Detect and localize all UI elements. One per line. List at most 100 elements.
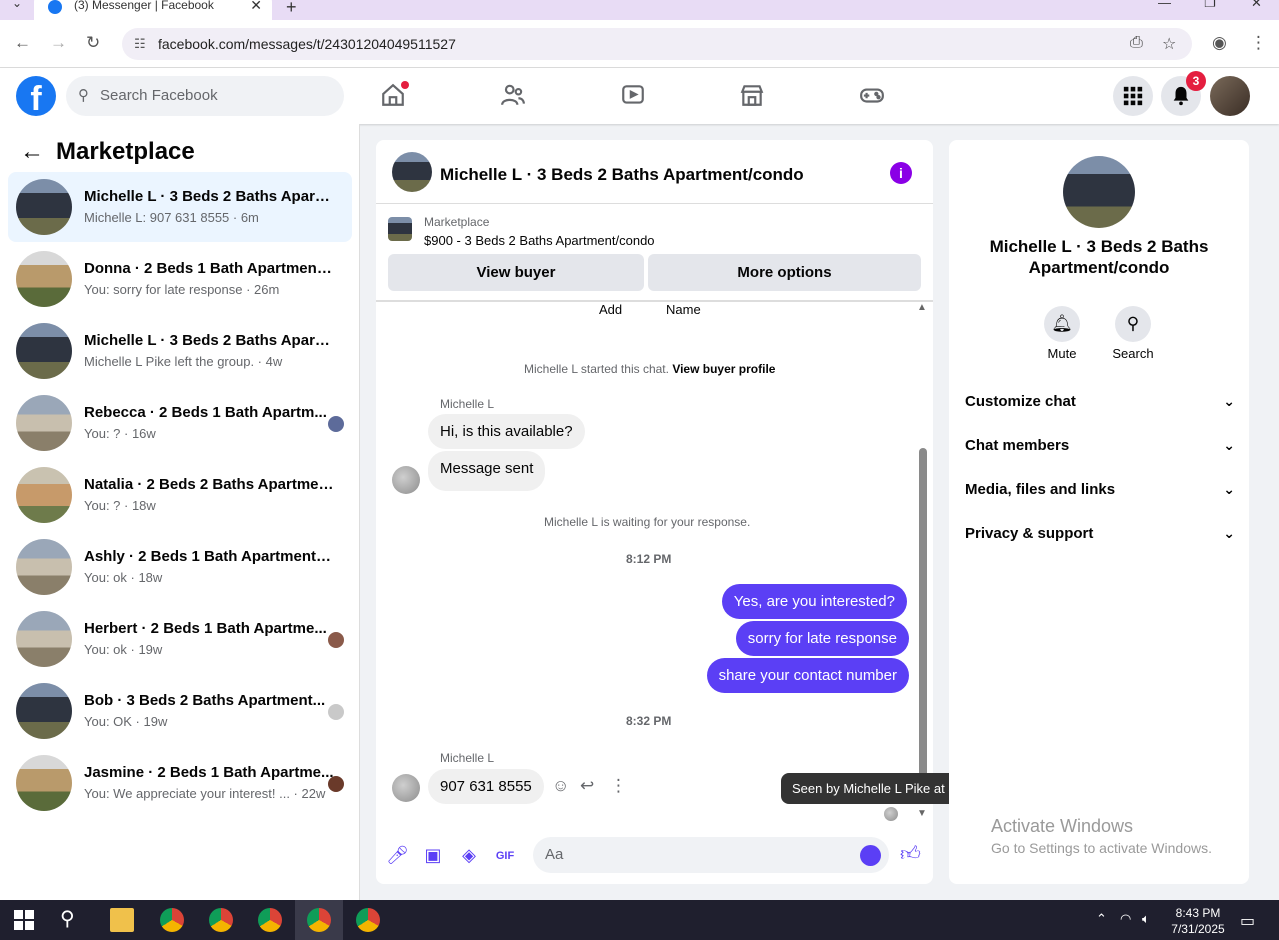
activate-windows-subtitle: Go to Settings to activate Windows.: [991, 840, 1212, 856]
taskbar-clock[interactable]: 8:43 PM 7/31/2025: [1168, 905, 1228, 937]
conversation-item[interactable]: Jasmine · 2 Beds 1 Bath Apartme... You: W…: [8, 748, 352, 818]
conversation-item[interactable]: Rebecca · 2 Beds 1 Bath Apartm... You: ? …: [8, 388, 352, 458]
message-input[interactable]: Aa: [533, 837, 889, 873]
taskbar-search-icon[interactable]: ⚲: [60, 906, 75, 931]
search-label: Search: [1112, 346, 1154, 361]
photo-attach-icon[interactable]: ▣: [422, 845, 444, 867]
more-actions-icon[interactable]: ⋮: [610, 776, 627, 796]
sticker-icon[interactable]: ◈: [458, 845, 480, 867]
search-button[interactable]: ⚲: [1115, 306, 1151, 342]
chrome-profile-icon[interactable]: [356, 908, 380, 932]
chrome-profile-icon[interactable]: [307, 908, 331, 932]
row-label: Chat members: [965, 437, 1070, 454]
notification-center-icon[interactable]: ▭: [1240, 911, 1255, 931]
info-icon[interactable]: i: [890, 162, 912, 184]
more-options-button[interactable]: More options: [648, 254, 921, 291]
install-icon[interactable]: ⎙: [1130, 34, 1143, 52]
chrome-profile-icon[interactable]: [258, 908, 282, 932]
view-buyer-profile-link[interactable]: View buyer profile: [672, 362, 775, 376]
conversation-item[interactable]: Donna · 2 Beds 1 Bath Apartment/... You: …: [8, 244, 352, 314]
close-window-icon[interactable]: ✕: [1251, 0, 1262, 11]
conversation-item[interactable]: Herbert · 2 Beds 1 Bath Apartme... You: o…: [8, 604, 352, 674]
media-files-row[interactable]: Media, files and links ⌄: [965, 481, 1235, 498]
tab-list-chevron-icon[interactable]: ⌄: [12, 0, 22, 10]
read-receipt-avatar: [328, 632, 344, 648]
new-tab-icon[interactable]: +: [286, 0, 297, 18]
view-buyer-button[interactable]: View buyer: [388, 254, 644, 291]
scroll-up-icon[interactable]: ▲: [917, 302, 927, 313]
chrome-profile-icon[interactable]: [209, 908, 233, 932]
conversation-item[interactable]: Ashly · 2 Beds 1 Bath Apartment/c... You:…: [8, 532, 352, 602]
chat-scrollbar[interactable]: [919, 448, 927, 788]
conversation-preview: You: sorry for late response · 26m: [84, 282, 280, 297]
outgoing-message[interactable]: sorry for late response: [735, 621, 909, 656]
close-tab-icon[interactable]: ✕: [250, 0, 262, 14]
profile-icon[interactable]: ◉: [1212, 33, 1227, 53]
watch-video-icon[interactable]: [620, 82, 646, 108]
chat-title[interactable]: Michelle L · 3 Beds 2 Baths Apartment/co…: [440, 165, 804, 185]
incoming-message[interactable]: Message sent: [428, 451, 546, 491]
back-arrow-icon[interactable]: ←: [20, 138, 44, 166]
bookmark-star-icon[interactable]: ☆: [1162, 34, 1176, 54]
emoji-icon[interactable]: [860, 845, 881, 866]
sender-avatar[interactable]: [392, 466, 420, 494]
reply-icon[interactable]: ↩: [580, 776, 594, 796]
mute-button[interactable]: 🔔︎: [1044, 306, 1080, 342]
seen-avatar: [884, 807, 898, 821]
conversation-item[interactable]: Michelle L · 3 Beds 2 Baths Apartm... Mic…: [8, 172, 352, 242]
conversation-thumbnail: [16, 755, 72, 811]
outgoing-message[interactable]: share your contact number: [706, 658, 909, 693]
forward-icon[interactable]: →: [50, 33, 67, 53]
conversation-name: Jasmine · 2 Beds 1 Bath Apartme...: [84, 764, 334, 781]
marketplace-icon[interactable]: [739, 82, 765, 108]
react-emoji-icon[interactable]: ☺: [552, 776, 569, 796]
timestamp: 8:32 PM: [626, 714, 672, 728]
site-settings-icon[interactable]: ☷: [134, 36, 146, 52]
reload-icon[interactable]: ↻: [86, 33, 100, 53]
incoming-message[interactable]: Hi, is this available?: [428, 414, 585, 449]
listing-thumbnail[interactable]: [388, 217, 412, 241]
file-explorer-icon[interactable]: [110, 908, 134, 932]
notification-badge: 3: [1186, 71, 1206, 91]
facebook-logo-icon[interactable]: f: [16, 76, 56, 118]
clock-date: 7/31/2025: [1171, 922, 1225, 936]
friends-icon[interactable]: [500, 82, 526, 108]
gif-icon[interactable]: GIF: [494, 845, 516, 867]
conversation-item[interactable]: Bob · 3 Beds 2 Baths Apartment... You: OK…: [8, 676, 352, 746]
microphone-icon[interactable]: 🎤︎: [386, 845, 409, 867]
back-icon[interactable]: ←: [14, 33, 31, 53]
outgoing-message[interactable]: Yes, are you interested?: [721, 584, 907, 619]
chat-info-panel: Michelle L · 3 Beds 2 Baths Apartment/co…: [949, 140, 1249, 884]
waiting-notice: Michelle L is waiting for your response.: [544, 515, 751, 529]
sender-avatar[interactable]: [392, 774, 420, 802]
menu-grid-button[interactable]: [1113, 76, 1153, 116]
conversation-item[interactable]: Michelle L · 3 Beds 2 Baths Apartm... Mic…: [8, 316, 352, 386]
scroll-down-icon[interactable]: ▼: [917, 808, 927, 819]
conversation-name: Natalia · 2 Beds 2 Baths Apartmen...: [84, 476, 334, 493]
customize-chat-row[interactable]: Customize chat ⌄: [965, 393, 1235, 410]
browser-menu-icon[interactable]: ⋮: [1250, 33, 1267, 53]
chat-thumbnail[interactable]: [392, 152, 432, 192]
incoming-message[interactable]: 907 631 8555: [428, 769, 544, 804]
read-receipt-avatar: [328, 776, 344, 792]
account-avatar[interactable]: [1210, 76, 1250, 116]
privacy-support-row[interactable]: Privacy & support ⌄: [965, 525, 1235, 542]
windows-start-icon[interactable]: [12, 908, 36, 932]
volume-icon[interactable]: 🔈︎: [1142, 911, 1150, 927]
info-thumbnail[interactable]: [1063, 156, 1135, 228]
maximize-icon[interactable]: ❐: [1204, 0, 1216, 11]
search-facebook-input[interactable]: ⚲ Search Facebook: [66, 76, 344, 116]
tray-chevron-icon[interactable]: ⌃: [1096, 911, 1107, 927]
conversation-thumbnail: [16, 539, 72, 595]
thumbs-up-icon[interactable]: 👍︎: [900, 842, 921, 866]
url-field[interactable]: ☷ facebook.com/messages/t/24301204049511…: [122, 28, 1192, 60]
chat-members-row[interactable]: Chat members ⌄: [965, 437, 1235, 454]
chrome-icon[interactable]: [160, 908, 184, 932]
gaming-icon[interactable]: [859, 82, 885, 108]
tab-messenger[interactable]: (3) Messenger | Facebook ✕: [34, 0, 272, 20]
network-icon[interactable]: ◠: [1120, 911, 1131, 927]
listing-title[interactable]: $900 - 3 Beds 2 Baths Apartment/condo: [424, 233, 655, 248]
conversation-item[interactable]: Natalia · 2 Beds 2 Baths Apartmen... You:…: [8, 460, 352, 530]
minimize-icon[interactable]: —: [1158, 0, 1171, 10]
message-placeholder: Aa: [545, 846, 564, 863]
